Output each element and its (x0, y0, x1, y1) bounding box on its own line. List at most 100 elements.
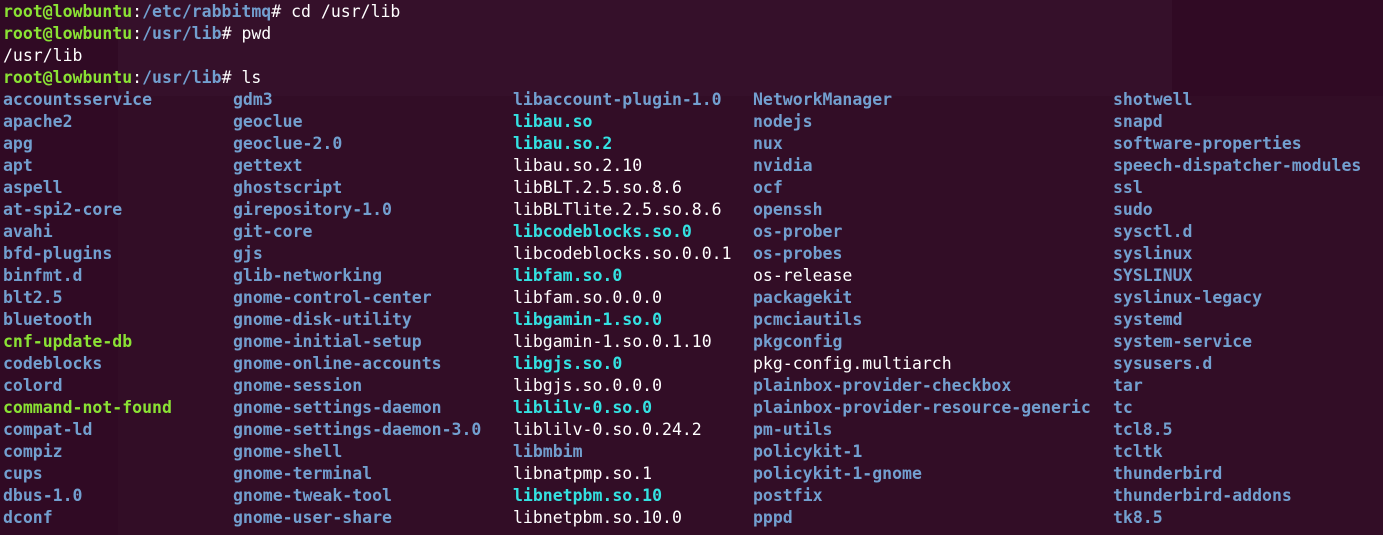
ls-entry-file: libnatpmp.so.1 (513, 464, 653, 483)
ls-entry-dir: cups (3, 464, 43, 483)
ls-entry-dir: nvidia (753, 156, 813, 175)
ls-entry-link: liblilv-0.so.0 (513, 398, 653, 417)
command-output: /usr/lib (3, 46, 83, 65)
ls-entry-dir: apt (3, 156, 33, 175)
ls-entry-dir: accountsservice (3, 90, 153, 109)
ls-entry-link: libau.so.2 (513, 134, 613, 153)
ls-entry-dir: policykit-1 (753, 442, 863, 461)
ls-entry-dir: gettext (233, 156, 303, 175)
ls-entry-file: libBLT.2.5.so.8.6 (513, 178, 682, 197)
ls-entry-dir: sysctl.d (1113, 222, 1193, 241)
ls-entry-dir: gnome-online-accounts (233, 354, 442, 373)
ls-entry-dir: blt2.5 (3, 288, 63, 307)
ls-entry-link: libnetpbm.so.10 (513, 486, 663, 505)
ls-entry-dir: gnome-control-center (233, 288, 432, 307)
ls-entry-dir: dbus-1.0 (3, 486, 83, 505)
ls-entry-dir: gnome-user-share (233, 508, 392, 527)
ls-entry-dir: tc (1113, 398, 1133, 417)
ls-entry-dir: dconf (3, 508, 53, 527)
output-line: /usr/lib (3, 45, 82, 67)
ls-entry-dir: snapd (1113, 112, 1163, 131)
ls-entry-dir: sysusers.d (1113, 354, 1213, 373)
ls-entry-link: libfam.so.0 (513, 266, 623, 285)
ls-entry-dir: os-prober (753, 222, 843, 241)
prompt-path: /usr/lib (142, 24, 222, 43)
ls-entry-dir: plainbox-provider-checkbox (753, 376, 1012, 395)
ls-entry-file: libfam.so.0.0.0 (513, 288, 663, 307)
ls-entry-dir: apache2 (3, 112, 73, 131)
ls-entry-dir: syslinux-legacy (1113, 288, 1263, 307)
ls-entry-dir: colord (3, 376, 63, 395)
ls-entry-dir: ghostscript (233, 178, 343, 197)
prompt-user: root@lowbuntu (3, 24, 133, 43)
ls-entry-dir: avahi (3, 222, 53, 241)
ls-entry-dir: nodejs (753, 112, 813, 131)
ls-entry-dir: openssh (753, 200, 823, 219)
ls-entry-dir: pkgconfig (753, 332, 843, 351)
prompt-symbol: # (221, 24, 242, 43)
ls-entry-dir: SYSLINUX (1113, 266, 1193, 285)
ls-entry-dir: codeblocks (3, 354, 103, 373)
ls-entry-dir: thunderbird-addons (1113, 486, 1292, 505)
prompt-path: /etc/rabbitmq (142, 2, 272, 21)
prompt-separator: : (132, 24, 143, 43)
ls-entry-file: os-release (753, 266, 853, 285)
ls-entry-dir: ocf (753, 178, 783, 197)
ls-entry-dir: systemd (1113, 310, 1183, 329)
ls-entry-link: libgamin-1.so.0 (513, 310, 663, 329)
ls-entry-file: libcodeblocks.so.0.0.1 (513, 244, 732, 263)
ls-entry-dir: geoclue-2.0 (233, 134, 343, 153)
ls-entry-dir: gnome-shell (233, 442, 343, 461)
ls-entry-dir: apg (3, 134, 33, 153)
ls-entry-dir: tar (1113, 376, 1143, 395)
ls-entry-dir: NetworkManager (753, 90, 893, 109)
ls-entry-dir: git-core (233, 222, 313, 241)
ls-entry-dir: system-service (1113, 332, 1253, 351)
ls-entry-dir: gnome-settings-daemon (233, 398, 442, 417)
ls-entry-dir: gdm3 (233, 90, 273, 109)
ls-entry-dir: aspell (3, 178, 63, 197)
prompt-line: root@lowbuntu:/usr/lib# ls (3, 67, 261, 89)
ls-entry-dir: shotwell (1113, 90, 1193, 109)
ls-entry-dir: tcltk (1113, 442, 1163, 461)
prompt-path: /usr/lib (142, 68, 222, 87)
ls-entry-file: pkg-config.multiarch (753, 354, 952, 373)
ls-entry-dir: compiz (3, 442, 63, 461)
prompt-symbol: # (271, 2, 292, 21)
ls-entry-dir: packagekit (753, 288, 853, 307)
prompt-separator: : (132, 68, 143, 87)
ls-entry-dir: compat-ld (3, 420, 93, 439)
ls-entry-dir: geoclue (233, 112, 303, 131)
ls-entry-dir: gnome-tweak-tool (233, 486, 392, 505)
ls-entry-dir: pcmciautils (753, 310, 863, 329)
ls-entry-dir: gnome-disk-utility (233, 310, 412, 329)
ls-entry-dir: bfd-plugins (3, 244, 113, 263)
terminal-window[interactable]: root@lowbuntu:/etc/rabbitmq# cd /usr/lib… (0, 0, 1383, 535)
ls-entry-dir: policykit-1-gnome (753, 464, 922, 483)
ls-entry-dir: tcl8.5 (1113, 420, 1173, 439)
ls-entry-file: liblilv-0.so.0.24.2 (513, 420, 702, 439)
ls-entry-dir: plainbox-provider-resource-generic (753, 398, 1091, 417)
prompt-line: root@lowbuntu:/usr/lib# pwd (3, 23, 271, 45)
ls-entry-file: libgamin-1.so.0.1.10 (513, 332, 712, 351)
ls-entry-dir: at-spi2-core (3, 200, 123, 219)
prompt-user: root@lowbuntu (3, 68, 133, 87)
ls-entry-dir: gnome-settings-daemon-3.0 (233, 420, 482, 439)
command-text: ls (241, 68, 262, 87)
command-text: cd /usr/lib (291, 2, 401, 21)
terminal-screen[interactable]: root@lowbuntu:/etc/rabbitmq# cd /usr/lib… (0, 0, 1383, 535)
ls-entry-file: libBLTlite.2.5.so.8.6 (513, 200, 722, 219)
ls-entry-dir: postfix (753, 486, 823, 505)
ls-entry-dir: software-properties (1113, 134, 1302, 153)
prompt-symbol: # (221, 68, 242, 87)
ls-entry-dir: binfmt.d (3, 266, 83, 285)
ls-entry-dir: gnome-initial-setup (233, 332, 422, 351)
ls-entry-exec: command-not-found (3, 398, 172, 417)
ls-entry-link: libgjs.so.0 (513, 354, 623, 373)
ls-entry-dir: gjs (233, 244, 263, 263)
ls-entry-dir: thunderbird (1113, 464, 1223, 483)
ls-entry-link: libcodeblocks.so.0 (513, 222, 692, 241)
command-text: pwd (241, 24, 272, 43)
ls-entry-dir: tk8.5 (1113, 508, 1163, 527)
ls-entry-dir: speech-dispatcher-modules (1113, 156, 1362, 175)
